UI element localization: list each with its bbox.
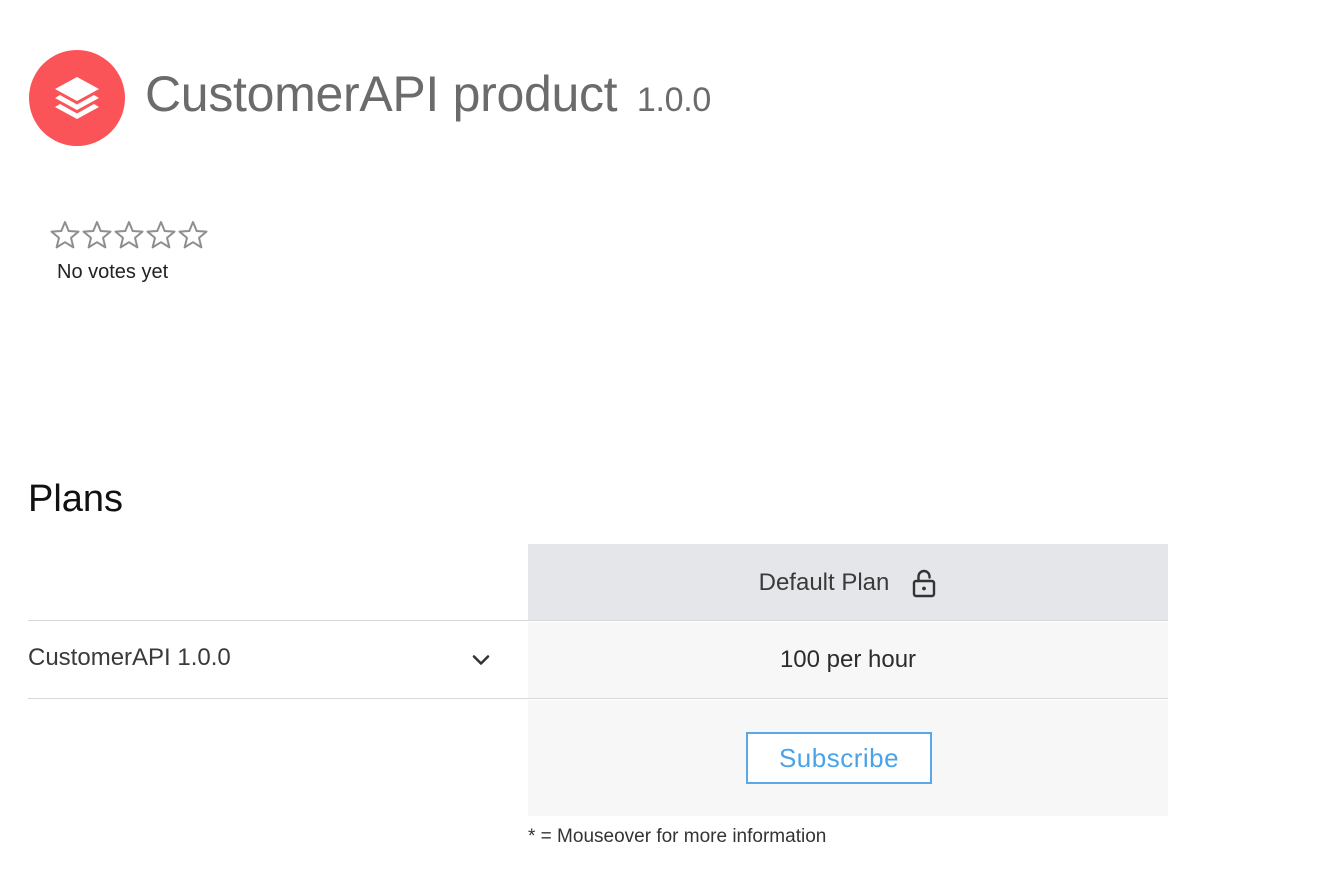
product-name: CustomerAPI product <box>145 66 618 122</box>
star-icon[interactable] <box>177 220 209 250</box>
plans-heading: Plans <box>28 478 124 520</box>
product-version: 1.0.0 <box>636 81 711 119</box>
star-icon[interactable] <box>49 220 81 250</box>
star-icon[interactable] <box>113 220 145 250</box>
subscribe-button[interactable]: Subscribe <box>746 732 932 784</box>
row-divider <box>28 698 1168 699</box>
expand-api-button[interactable] <box>468 647 494 673</box>
unlocked-padlock-icon <box>913 569 936 597</box>
plan-name: Default Plan <box>758 568 890 596</box>
star-icon[interactable] <box>145 220 177 250</box>
product-title: CustomerAPI product 1.0.0 <box>145 64 711 130</box>
rate-limit-text: 100 per hour <box>779 646 917 673</box>
product-page: CustomerAPI product 1.0.0 No votes yet P… <box>0 0 1330 886</box>
product-logo <box>29 50 125 146</box>
stacked-layers-icon <box>55 77 99 119</box>
rating-stars[interactable] <box>49 220 209 250</box>
subscribe-cell: Subscribe <box>528 700 1168 816</box>
plan-rate-limit-cell: 100 per hour <box>528 622 1168 698</box>
api-row-label: CustomerAPI 1.0.0 <box>28 644 231 671</box>
chevron-down-icon[interactable] <box>472 654 490 666</box>
mouseover-footnote: * = Mouseover for more information <box>528 826 827 847</box>
star-icon[interactable] <box>81 220 113 250</box>
row-divider <box>28 620 1168 621</box>
rating-status-text: No votes yet <box>57 261 169 283</box>
plan-column-header: Default Plan <box>528 544 1168 621</box>
